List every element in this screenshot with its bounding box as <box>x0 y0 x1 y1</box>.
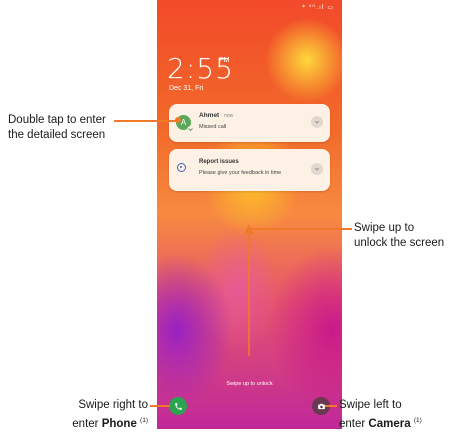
callout-prefix: enter <box>339 417 369 430</box>
missed-call-badge-icon <box>187 126 194 133</box>
phone-icon <box>174 402 182 410</box>
clock-ampm: PM <box>219 57 230 64</box>
notification-body: Missed call <box>199 124 227 130</box>
callout-bold: Camera <box>368 417 411 430</box>
footnote-marker: (1) <box>140 417 148 424</box>
callout-text: enter Camera (1) <box>339 413 422 432</box>
lock-screen: * ⁴ᴳ.ıl ▭ 2:55 PM Dec 31, Fri A Ahmet · … <box>157 0 342 429</box>
callout-text: enter Phone (1) <box>38 413 148 432</box>
callout-dot <box>175 117 181 123</box>
callout-text: Swipe left to <box>339 399 402 411</box>
callout-text: Double tap to enter <box>8 114 106 126</box>
swipe-up-hint: Swipe up to unlock <box>226 381 273 387</box>
callout-line <box>150 405 170 407</box>
avatar-letter: A <box>180 118 187 127</box>
swipe-up-arrow-icon <box>244 224 254 356</box>
phone-shortcut-button[interactable] <box>169 397 187 415</box>
callout-text: Swipe right to <box>78 399 148 411</box>
expand-icon[interactable] <box>311 163 323 175</box>
callout-phone: Swipe right to enter Phone (1) <box>38 398 148 432</box>
notification-missed-call[interactable]: A Ahmet · now Missed call <box>169 104 330 142</box>
notification-title: Report issues <box>199 159 239 165</box>
callout-camera: Swipe left to enter Camera (1) <box>339 398 422 432</box>
notification-time: · now <box>221 113 234 119</box>
notification-title: Ahmet · now <box>199 112 233 119</box>
status-bar: * ⁴ᴳ.ıl ▭ <box>301 4 334 11</box>
lock-date: Dec 31, Fri <box>169 85 204 92</box>
callout-notification: Double tap to enter the detailed screen <box>8 113 106 143</box>
callout-line <box>325 405 337 407</box>
callout-unlock: Swipe up to unlock the screen <box>354 221 444 251</box>
callout-text: the detailed screen <box>8 129 106 141</box>
callout-prefix: enter <box>72 417 102 430</box>
callout-bold: Phone <box>101 417 137 430</box>
callout-line <box>114 120 178 122</box>
notification-body: Please give your feedback in time <box>199 170 282 176</box>
notification-sender: Ahmet <box>199 112 220 119</box>
callout-text: Swipe up to <box>354 222 415 234</box>
notification-report-issues[interactable]: Report issues Please give your feedback … <box>169 149 330 191</box>
callout-line <box>250 228 352 230</box>
footnote-marker: (1) <box>413 417 422 424</box>
expand-icon[interactable] <box>311 116 323 128</box>
info-icon <box>177 163 186 172</box>
callout-text: unlock the screen <box>354 237 445 249</box>
